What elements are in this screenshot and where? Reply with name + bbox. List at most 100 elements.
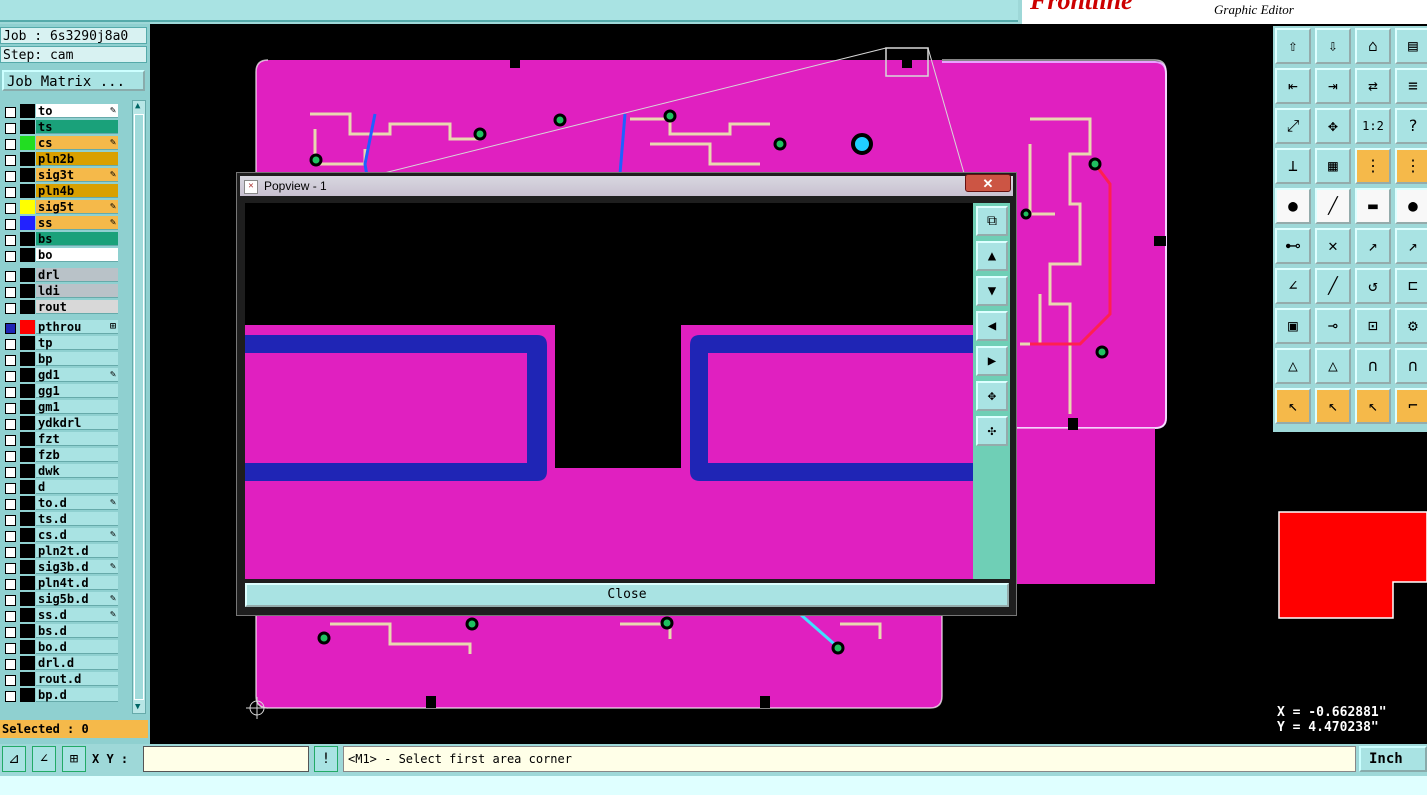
- zoom-fit-icon[interactable]: ✥: [1315, 108, 1351, 144]
- pan-down-icon[interactable]: ▼: [976, 276, 1008, 306]
- layer-row[interactable]: pthrou ⊞: [2, 319, 120, 335]
- layer-row[interactable]: gg1: [2, 383, 120, 399]
- layer-checkbox[interactable]: [5, 271, 16, 282]
- layer-name[interactable]: rout.d: [36, 672, 118, 686]
- layer-checkbox[interactable]: [5, 499, 16, 510]
- layer-checkbox[interactable]: [5, 155, 16, 166]
- angle-mode-icon[interactable]: ∠: [32, 746, 56, 772]
- layer-name[interactable]: ss ✎: [36, 216, 118, 230]
- layer-checkbox[interactable]: [5, 355, 16, 366]
- zoom-window-icon[interactable]: ⧉: [976, 206, 1008, 236]
- layer-row[interactable]: bp: [2, 351, 120, 367]
- layer-checkbox[interactable]: [5, 643, 16, 654]
- layer-checkbox[interactable]: [5, 139, 16, 150]
- layer-name[interactable]: fzb: [36, 448, 118, 462]
- layer-checkbox[interactable]: [5, 123, 16, 134]
- layer-checkbox[interactable]: [5, 107, 16, 118]
- layer-row[interactable]: to.d ✎: [2, 495, 120, 511]
- arch-icon[interactable]: ∩: [1355, 348, 1391, 384]
- triangle-icon[interactable]: △: [1275, 348, 1311, 384]
- layer-row[interactable]: bo.d: [2, 639, 120, 655]
- layer-checkbox[interactable]: [5, 203, 16, 214]
- layer-row[interactable]: ydkdrl: [2, 415, 120, 431]
- pan-left-icon[interactable]: ◀: [976, 311, 1008, 341]
- node-icon[interactable]: ⊷: [1275, 228, 1311, 264]
- layer-row[interactable]: sig3t ✎: [2, 167, 120, 183]
- layer-row[interactable]: fzb: [2, 447, 120, 463]
- layer-checkbox[interactable]: [5, 219, 16, 230]
- layer-color-swatch[interactable]: [20, 352, 35, 366]
- layer-row[interactable]: sig3b.d ✎: [2, 559, 120, 575]
- layer-name[interactable]: pthrou ⊞: [36, 320, 118, 334]
- move-right-icon[interactable]: ⇥: [1315, 68, 1351, 104]
- angle-icon[interactable]: ∠: [1275, 268, 1311, 304]
- split-icon[interactable]: ⊸: [1315, 308, 1351, 344]
- pad-add-icon[interactable]: ▣: [1275, 308, 1311, 344]
- ratio-icon[interactable]: 1:2: [1355, 108, 1391, 144]
- net-icon[interactable]: ⋮: [1355, 148, 1391, 184]
- layer-color-swatch[interactable]: [20, 656, 35, 670]
- layer-row[interactable]: bp.d: [2, 687, 120, 703]
- layer-row[interactable]: gm1: [2, 399, 120, 415]
- layer-row[interactable]: to ✎: [2, 103, 120, 119]
- layer-checkbox[interactable]: [5, 467, 16, 478]
- layer-name[interactable]: bs: [36, 232, 118, 246]
- layer-color-swatch[interactable]: [20, 672, 35, 686]
- layer-color-swatch[interactable]: [20, 232, 35, 246]
- layer-name[interactable]: bp: [36, 352, 118, 366]
- snap-mode-icon[interactable]: ⊿: [2, 746, 26, 772]
- layer-name[interactable]: drl: [36, 268, 118, 282]
- layer-color-swatch[interactable]: [20, 432, 35, 446]
- overview-map[interactable]: [1273, 508, 1427, 622]
- layers-icon[interactable]: ▤: [1395, 28, 1427, 64]
- layer-color-swatch[interactable]: [20, 136, 35, 150]
- layer-checkbox[interactable]: [5, 403, 16, 414]
- layer-row[interactable]: bs: [2, 231, 120, 247]
- layer-scrollbar-thumb[interactable]: [134, 114, 144, 700]
- pointer-icon[interactable]: ↖: [1275, 388, 1311, 424]
- pad-icon[interactable]: ●: [1275, 188, 1311, 224]
- layer-row[interactable]: pln4t.d: [2, 575, 120, 591]
- connect-icon[interactable]: ↗: [1355, 228, 1391, 264]
- layer-name[interactable]: bp.d: [36, 688, 118, 702]
- zoom-in-icon[interactable]: ✣: [976, 416, 1008, 446]
- swap-icon[interactable]: ⇄: [1355, 68, 1391, 104]
- layer-checkbox[interactable]: [5, 235, 16, 246]
- layer-row[interactable]: drl.d: [2, 655, 120, 671]
- layer-name[interactable]: bs.d: [36, 624, 118, 638]
- layer-row[interactable]: pln2b: [2, 151, 120, 167]
- layer-color-swatch[interactable]: [20, 512, 35, 526]
- draw-icon[interactable]: ╱: [1315, 268, 1351, 304]
- layer-checkbox[interactable]: [5, 515, 16, 526]
- arch2-icon[interactable]: ∩: [1395, 348, 1427, 384]
- move-left-icon[interactable]: ⇤: [1275, 68, 1311, 104]
- layer-row[interactable]: sig5t ✎: [2, 199, 120, 215]
- layer-checkbox[interactable]: [5, 171, 16, 182]
- layer-color-swatch[interactable]: [20, 300, 35, 314]
- layer-name[interactable]: pln4b: [36, 184, 118, 198]
- popview-canvas[interactable]: [245, 203, 973, 579]
- scroll-up-icon[interactable]: ▲: [135, 101, 140, 111]
- close-button[interactable]: Close: [245, 583, 1009, 607]
- layer-color-swatch[interactable]: [20, 416, 35, 430]
- layer-row[interactable]: sig5b.d ✎: [2, 591, 120, 607]
- dot-icon[interactable]: ●: [1395, 188, 1427, 224]
- layer-row[interactable]: cs ✎: [2, 135, 120, 151]
- alert-icon[interactable]: !: [314, 746, 338, 772]
- center-icon[interactable]: ⊡: [1355, 308, 1391, 344]
- layer-color-swatch[interactable]: [20, 592, 35, 606]
- layer-row[interactable]: dwk: [2, 463, 120, 479]
- layer-color-swatch[interactable]: [20, 368, 35, 382]
- layer-name[interactable]: ydkdrl: [36, 416, 118, 430]
- layer-checkbox[interactable]: [5, 387, 16, 398]
- layer-row[interactable]: fzt: [2, 431, 120, 447]
- layer-color-swatch[interactable]: [20, 640, 35, 654]
- layer-checkbox[interactable]: [5, 419, 16, 430]
- layer-name[interactable]: to ✎: [36, 104, 118, 118]
- fit-icon[interactable]: ⤢: [1275, 108, 1311, 144]
- ruler-icon[interactable]: ▬: [1355, 188, 1391, 224]
- layer-checkbox[interactable]: [5, 483, 16, 494]
- layer-name[interactable]: sig3t ✎: [36, 168, 118, 182]
- layer-color-swatch[interactable]: [20, 268, 35, 282]
- close-icon[interactable]: ✕: [965, 174, 1011, 192]
